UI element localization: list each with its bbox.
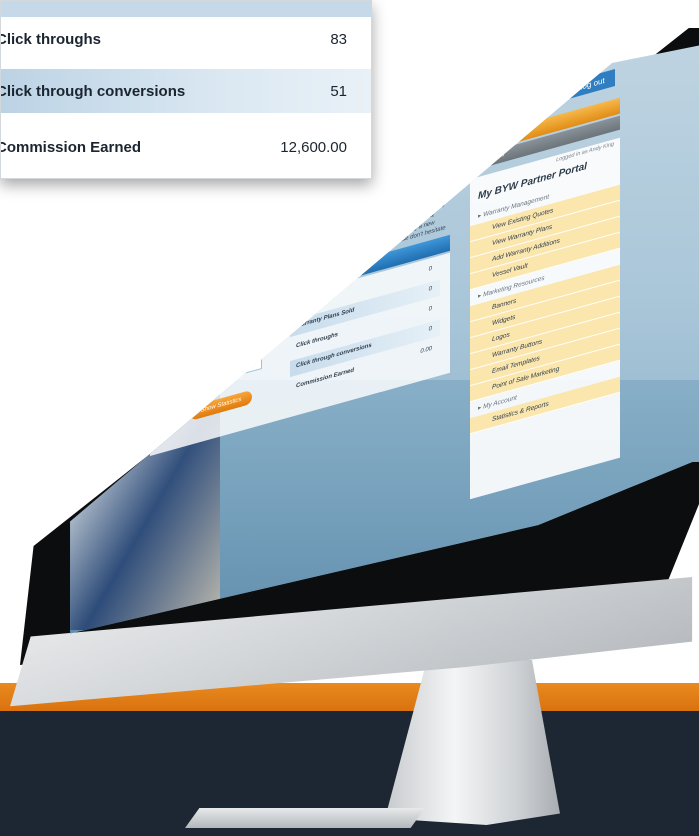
stat-row-commission-earned: Commission Earned 12,600.00 xyxy=(1,125,371,169)
from-date-input[interactable] xyxy=(178,322,262,363)
one-year-badge: 1YR xyxy=(435,64,473,113)
statistics-callout-card: Click throughs 83 Click through conversi… xyxy=(0,0,372,179)
nav-home[interactable]: Home xyxy=(150,217,189,244)
tab-partner-portal[interactable]: My BYW Partner Portal xyxy=(214,204,302,243)
card-top-strip xyxy=(1,1,371,17)
stat-value: 0 xyxy=(428,265,432,273)
phone-number[interactable]: +44 (0) 3300 101 101 xyxy=(480,50,576,88)
stat-label: Commission Earned xyxy=(0,139,142,156)
nav-repairs[interactable]: Repairs xyxy=(382,152,426,180)
to-label: To xyxy=(154,385,161,393)
logout-button[interactable]: Log out xyxy=(568,69,615,100)
stat-row-click-through-conversions: Click through conversions 51 xyxy=(1,69,371,113)
monitor-stand-foot xyxy=(185,808,425,828)
stat-label: Quotes xyxy=(296,297,317,310)
stat-value: 0 xyxy=(428,285,432,293)
stat-value: 0 xyxy=(428,325,432,333)
from-label: From xyxy=(154,353,168,363)
stat-value: 0.00 xyxy=(420,345,432,356)
tab-byw-portal[interactable]: My BYW Portal xyxy=(150,228,214,260)
stat-value: 51 xyxy=(330,83,347,100)
stat-value: 0 xyxy=(428,305,432,313)
show-statistics-button[interactable]: Show Statistics xyxy=(190,389,252,421)
stat-value: 12,600.00 xyxy=(280,139,347,156)
partner-sidebar: Logged in as Andy King My BYW Partner Po… xyxy=(470,137,620,500)
to-date-input[interactable] xyxy=(178,352,262,393)
tab-service-provider-portal[interactable]: My BYW Service Provider Portal xyxy=(301,173,415,218)
stat-value: 83 xyxy=(330,31,347,48)
statistics-panel: From To Show Statistics Quotes 0 Warrant… xyxy=(150,252,450,456)
nav-instant-quote[interactable]: Instant Quote xyxy=(189,200,251,233)
stat-label: Click throughs xyxy=(0,31,102,48)
nav-partners[interactable]: Partners xyxy=(426,139,472,168)
stat-label: Click throughs xyxy=(296,331,339,350)
nav-our-warranty[interactable]: Our Warranty xyxy=(251,183,313,216)
stat-label: Click through conversions xyxy=(0,83,186,100)
stat-row-click-throughs: Click throughs 83 xyxy=(1,17,371,61)
welcome-title: Welcome to your Partner Portal xyxy=(156,231,291,279)
